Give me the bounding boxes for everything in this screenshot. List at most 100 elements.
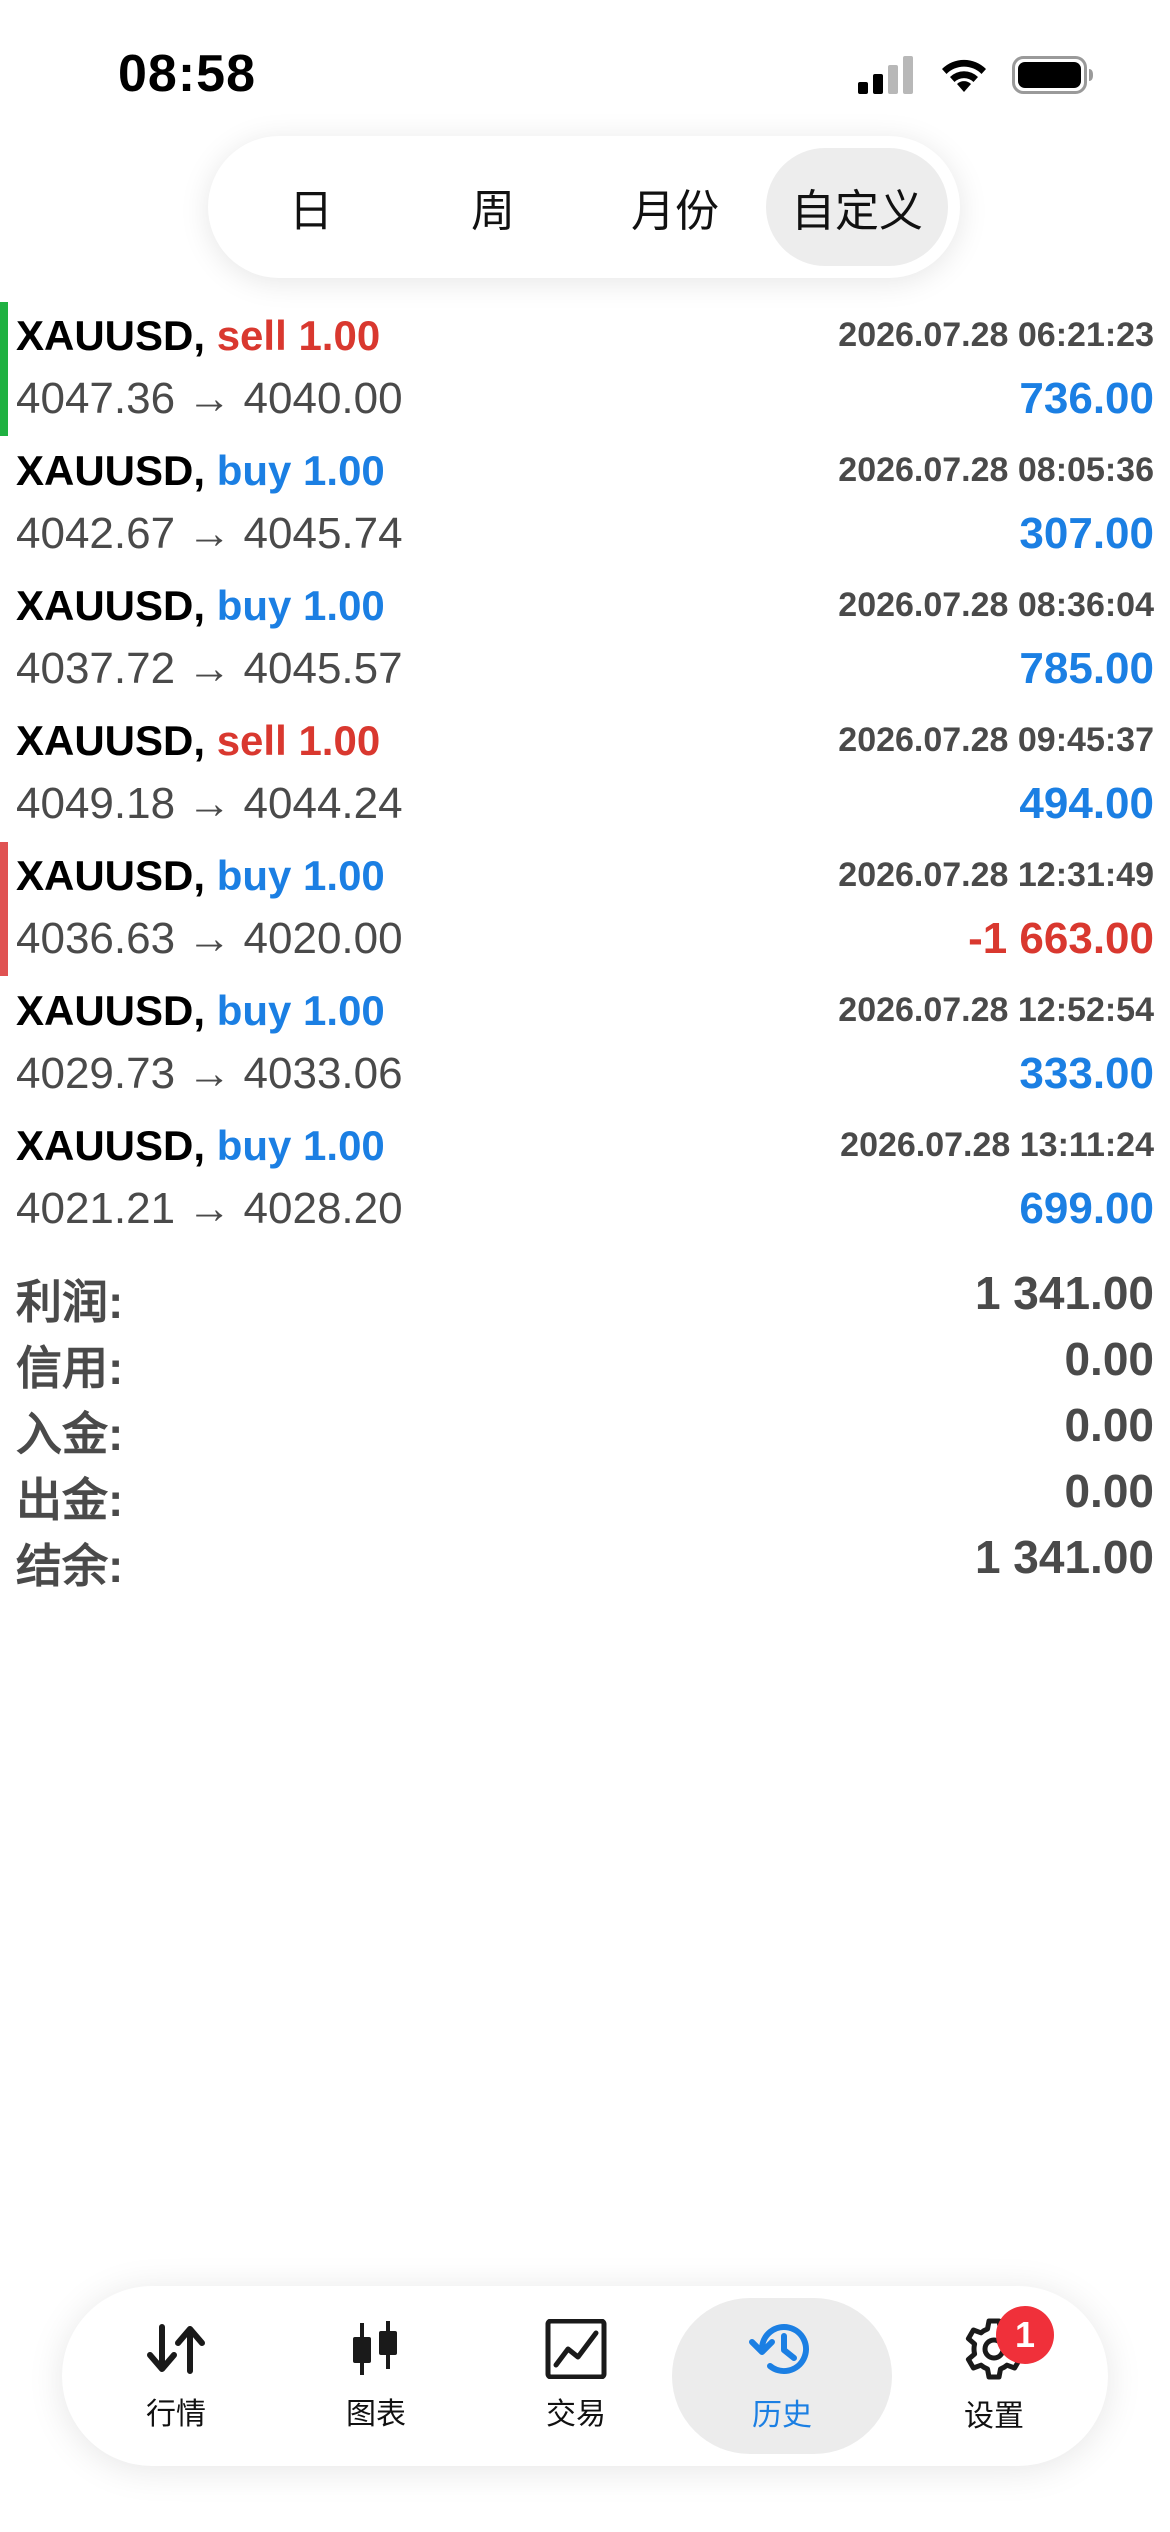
trade-time: 2026.07.28 09:45:37 (838, 721, 1154, 759)
trade-symbol: XAUUSD, (16, 987, 206, 1034)
trade-indicator (0, 302, 8, 436)
summary-credit-label: 信用: (16, 1342, 124, 1394)
trade-profit: 307.00 (1019, 509, 1154, 558)
trade-row[interactable]: XAUUSD, sell 1.00 2026.07.28 09:45:37 40… (0, 705, 1170, 840)
trade-list: XAUUSD, sell 1.00 2026.07.28 06:21:23 40… (0, 300, 1170, 1245)
trade-side: buy (216, 582, 292, 629)
trade-indicator (0, 842, 8, 976)
trade-row[interactable]: XAUUSD, buy 1.00 2026.07.28 12:52:54 402… (0, 975, 1170, 1110)
trade-profit: 494.00 (1019, 779, 1154, 828)
trade-side: buy (216, 1122, 292, 1169)
trade-arrow: → (187, 509, 232, 558)
trade-row[interactable]: XAUUSD, buy 1.00 2026.07.28 13:11:24 402… (0, 1110, 1170, 1245)
trade-open-price: 4029.73 (16, 1049, 176, 1098)
cellular-signal-icon (858, 56, 916, 99)
tab-month[interactable]: 月份 (584, 148, 766, 266)
summary-withdrawal-label: 出金: (16, 1474, 124, 1526)
trade-open-price: 4037.72 (16, 644, 176, 693)
trade-close-price: 4028.20 (243, 1184, 403, 1233)
trade-close-price: 4033.06 (243, 1049, 403, 1098)
tab-settings[interactable]: 设置 1 (884, 2298, 1104, 2454)
trade-volume: 1.00 (303, 852, 385, 899)
summary-balance-label: 结余: (16, 1540, 124, 1592)
tab-settings-label: 设置 (964, 2400, 1024, 2433)
trade-row[interactable]: XAUUSD, buy 1.00 2026.07.28 12:31:49 403… (0, 840, 1170, 976)
trade-profit: -1 663.00 (968, 914, 1154, 963)
status-icons (858, 56, 1094, 99)
tab-quotes[interactable]: 行情 (66, 2298, 286, 2454)
trade-time: 2026.07.28 12:31:49 (838, 856, 1154, 894)
summary-profit: 利润: 1 341.00 (0, 1262, 1170, 1328)
trade-side: sell (216, 312, 287, 359)
trade-arrow: → (187, 1184, 232, 1233)
trade-symbol: XAUUSD, (16, 717, 206, 764)
tab-day[interactable]: 日 (220, 148, 402, 266)
summary-deposit: 入金: 0.00 (0, 1394, 1170, 1460)
summary-credit-value: 0.00 (1064, 1333, 1154, 1385)
trade-volume: 1.00 (303, 447, 385, 494)
trade-volume: 1.00 (303, 987, 385, 1034)
trade-arrow: → (187, 644, 232, 693)
trade-profit: 333.00 (1019, 1049, 1154, 1098)
summary-deposit-value: 0.00 (1064, 1399, 1154, 1451)
summary-balance-value: 1 341.00 (974, 1531, 1154, 1583)
trade-time: 2026.07.28 08:36:04 (838, 586, 1154, 624)
trade-close-price: 4020.00 (243, 914, 403, 963)
tab-history-label: 历史 (752, 2399, 812, 2432)
trade-time: 2026.07.28 08:05:36 (838, 451, 1154, 489)
tab-history[interactable]: 历史 (672, 2298, 892, 2454)
trade-symbol: XAUUSD, (16, 852, 206, 899)
status-bar: 08:58 (0, 0, 1170, 150)
account-summary: 利润: 1 341.00 信用: 0.00 入金: 0.00 出金: 0.00 … (0, 1262, 1170, 1592)
trade-open-price: 4021.21 (16, 1184, 176, 1233)
tab-trade-label: 交易 (546, 2398, 606, 2431)
trade-close-price: 4040.00 (243, 374, 403, 423)
battery-icon (1012, 56, 1094, 99)
tab-quotes-label: 行情 (146, 2398, 206, 2431)
summary-deposit-label: 入金: (16, 1408, 124, 1460)
trade-arrow: → (187, 374, 232, 423)
trade-open-price: 4049.18 (16, 779, 176, 828)
period-tabs: 日 周 月份 自定义 (208, 136, 960, 278)
trade-row[interactable]: XAUUSD, sell 1.00 2026.07.28 06:21:23 40… (0, 300, 1170, 436)
wifi-icon (938, 56, 990, 99)
summary-balance: 结余: 1 341.00 (0, 1526, 1170, 1592)
tab-week[interactable]: 周 (402, 148, 584, 266)
trade-open-price: 4042.67 (16, 509, 176, 558)
trade-close-price: 4045.74 (243, 509, 403, 558)
summary-profit-label: 利润: (16, 1276, 124, 1328)
trade-volume: 1.00 (298, 312, 381, 359)
trade-profit: 736.00 (1019, 374, 1154, 423)
history-clock-icon (748, 2318, 816, 2380)
trade-symbol: XAUUSD, (16, 312, 206, 359)
trade-time: 2026.07.28 12:52:54 (838, 991, 1154, 1029)
summary-profit-value: 1 341.00 (974, 1267, 1154, 1319)
trade-volume: 1.00 (303, 582, 385, 629)
trade-line-chart-icon (544, 2319, 608, 2379)
trade-volume: 1.00 (298, 717, 381, 764)
summary-credit: 信用: 0.00 (0, 1328, 1170, 1394)
trade-row[interactable]: XAUUSD, buy 1.00 2026.07.28 08:05:36 404… (0, 435, 1170, 570)
trade-close-price: 4044.24 (243, 779, 403, 828)
tab-trade[interactable]: 交易 (466, 2298, 686, 2454)
trade-time: 2026.07.28 06:21:23 (838, 316, 1154, 354)
trade-symbol: XAUUSD, (16, 582, 206, 629)
trade-arrow: → (187, 914, 232, 963)
tab-chart-label: 图表 (346, 2398, 406, 2431)
trade-open-price: 4036.63 (16, 914, 176, 963)
trade-volume: 1.00 (303, 1122, 385, 1169)
trade-close-price: 4045.57 (243, 644, 403, 693)
trade-symbol: XAUUSD, (16, 447, 206, 494)
tab-chart[interactable]: 图表 (266, 2298, 486, 2454)
bottom-tab-bar: 行情 图表 交易 历史 设置 1 (62, 2286, 1108, 2466)
trade-row[interactable]: XAUUSD, buy 1.00 2026.07.28 08:36:04 403… (0, 570, 1170, 705)
summary-withdrawal-value: 0.00 (1064, 1465, 1154, 1517)
trade-arrow: → (187, 779, 232, 828)
trade-side: buy (216, 852, 292, 899)
notification-badge: 1 (996, 2306, 1054, 2364)
tab-custom[interactable]: 自定义 (766, 148, 948, 266)
trade-side: buy (216, 447, 292, 494)
trade-profit: 699.00 (1019, 1184, 1154, 1233)
trade-open-price: 4047.36 (16, 374, 176, 423)
trade-side: sell (216, 717, 287, 764)
